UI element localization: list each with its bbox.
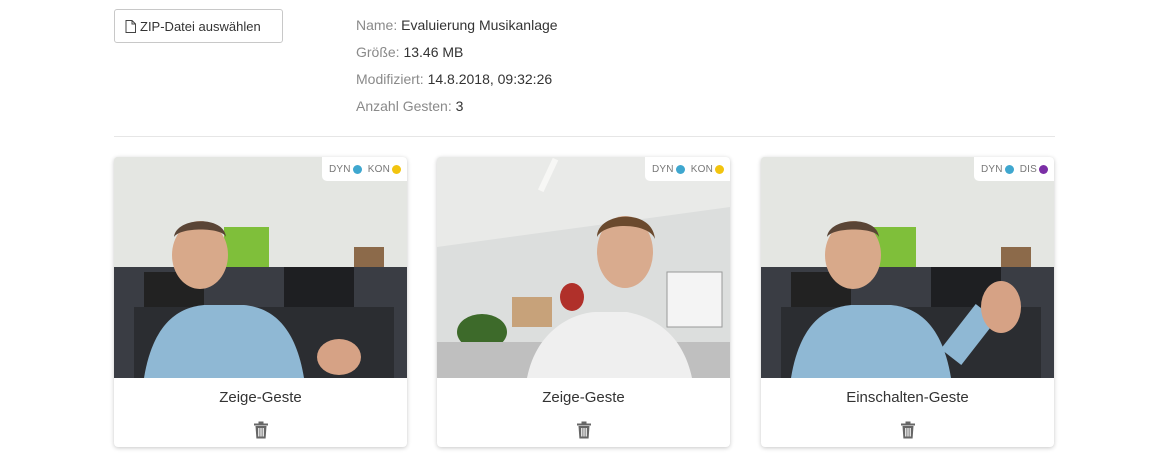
meta-count-row: Anzahl Gesten: 3: [356, 93, 558, 120]
badge-label: KON: [690, 163, 713, 175]
gesture-title: Zeige-Geste: [219, 389, 302, 406]
badge-label: DIS: [1019, 163, 1037, 175]
badge-dyn: DYN: [981, 164, 1014, 175]
gesture-card[interactable]: DYN KON Zeige-Geste: [437, 157, 730, 447]
meta-name-label: Name:: [356, 17, 398, 33]
badge-dot: [1004, 164, 1014, 174]
meta-count-label: Anzahl Gesten:: [356, 98, 452, 114]
badge-dyn: DYN: [652, 164, 685, 175]
badge-dot: [675, 164, 685, 174]
gesture-thumbnail[interactable]: DYN KON: [437, 157, 730, 378]
badge-label: DYN: [981, 163, 1003, 175]
gesture-title: Zeige-Geste: [542, 389, 625, 406]
gesture-card[interactable]: DYN DIS Einschalten-Geste: [761, 157, 1054, 447]
badge-dyn: DYN: [329, 164, 362, 175]
badge-dot: [392, 164, 401, 174]
badge-dot: [1039, 164, 1048, 174]
badge-dot: [352, 164, 362, 174]
trash-icon[interactable]: [900, 421, 916, 439]
meta-modified-row: Modifiziert: 14.8.2018, 09:32:26: [356, 66, 558, 93]
gesture-thumbnail[interactable]: DYN KON: [114, 157, 407, 378]
meta-size-value: 13.46 MB: [403, 44, 464, 60]
trash-icon[interactable]: [576, 421, 592, 439]
badge-dis: DIS: [1020, 164, 1048, 175]
badge-label: KON: [367, 163, 390, 175]
meta-modified-label: Modifiziert:: [356, 71, 424, 87]
badge-dot: [715, 164, 724, 174]
meta-size-label: Größe:: [356, 44, 400, 60]
gesture-card[interactable]: DYN KON Zeige-Geste: [114, 157, 407, 447]
zip-file-select-button[interactable]: ZIP-Datei auswählen: [114, 9, 283, 43]
file-icon: [125, 19, 136, 33]
gesture-thumbnail[interactable]: DYN DIS: [761, 157, 1054, 378]
file-meta: Name: Evaluierung Musikanlage Größe: 13.…: [356, 12, 558, 120]
meta-name-row: Name: Evaluierung Musikanlage: [356, 12, 558, 39]
gesture-badges: DYN KON: [645, 157, 730, 181]
badge-label: DYN: [329, 163, 351, 175]
meta-name-value: Evaluierung Musikanlage: [401, 17, 558, 33]
meta-modified-value: 14.8.2018, 09:32:26: [427, 71, 553, 87]
badge-label: DYN: [652, 163, 674, 175]
badge-kon: KON: [368, 164, 401, 175]
gesture-title: Einschalten-Geste: [846, 389, 969, 406]
gesture-badges: DYN DIS: [974, 157, 1054, 181]
section-divider: [114, 136, 1055, 137]
zip-file-select-label: ZIP-Datei auswählen: [140, 18, 261, 34]
meta-count-value: 3: [455, 98, 464, 114]
badge-kon: KON: [691, 164, 724, 175]
gesture-badges: DYN KON: [322, 157, 407, 181]
meta-size-row: Größe: 13.46 MB: [356, 39, 558, 66]
trash-icon[interactable]: [253, 421, 269, 439]
